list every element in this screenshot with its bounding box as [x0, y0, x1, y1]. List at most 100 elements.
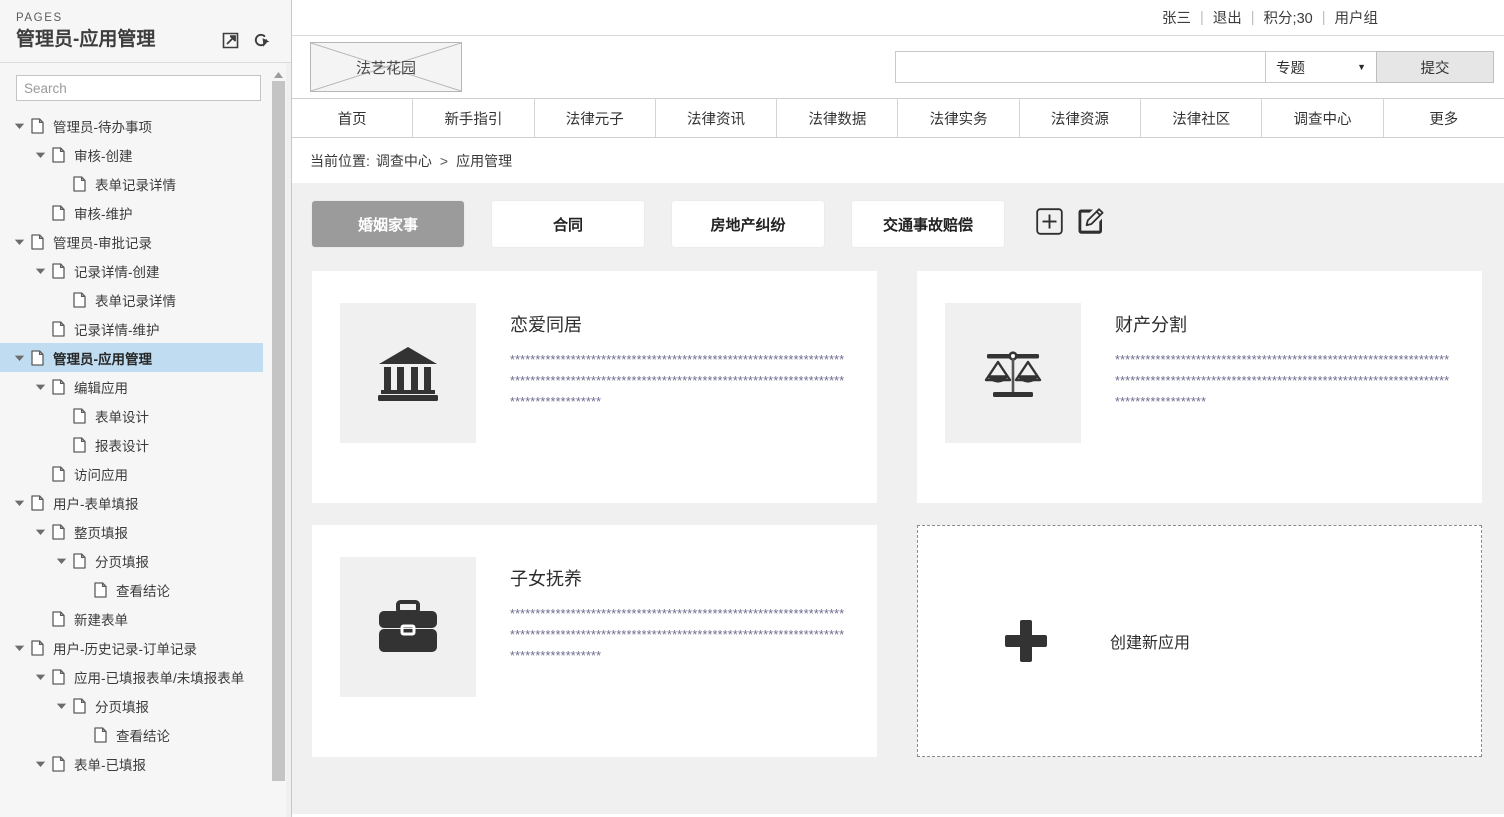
category-action-icons	[1036, 208, 1104, 240]
tree-item[interactable]: 审核-维护	[0, 198, 263, 227]
nav-item[interactable]: 法律元子	[535, 99, 656, 137]
page-file-icon	[28, 494, 47, 511]
tree-twisty-icon[interactable]	[10, 122, 28, 130]
user-group-link[interactable]: 用户组	[1335, 7, 1379, 28]
tree-item[interactable]: 分页填报	[0, 546, 263, 575]
tree-twisty-icon[interactable]	[10, 644, 28, 652]
search-field-wrapper[interactable]	[895, 51, 1265, 83]
page-file-icon	[49, 668, 68, 685]
page-file-icon	[28, 349, 47, 366]
category-tab[interactable]: 婚姻家事	[312, 201, 464, 247]
tree-item[interactable]: 访问应用	[0, 459, 263, 488]
page-file-icon	[91, 581, 110, 598]
tree-item[interactable]: 表单-已填报	[0, 749, 263, 778]
logout-link[interactable]: 退出	[1213, 7, 1242, 28]
nav-item[interactable]: 新手指引	[413, 99, 535, 137]
tree-twisty-icon[interactable]	[31, 528, 49, 536]
topbar-separator-3: |	[1321, 9, 1326, 26]
points-link[interactable]: 积分;30	[1264, 7, 1313, 28]
app-root: PAGES 管理员-应用管理 Search 管理员-待办事项 审核-创建 表单记…	[0, 0, 1504, 817]
nav-item[interactable]: 更多	[1384, 99, 1504, 137]
tree-twisty-icon[interactable]	[31, 383, 49, 391]
tree-item[interactable]: 管理员-审批记录	[0, 227, 263, 256]
tree-twisty-icon[interactable]	[31, 151, 49, 159]
tree-twisty-icon[interactable]	[52, 557, 70, 565]
breadcrumb-chevron: >	[439, 152, 449, 169]
category-tab[interactable]: 合同	[492, 201, 644, 247]
create-new-app-card[interactable]: 创建新应用	[917, 525, 1482, 757]
tree-item[interactable]: 表单记录详情	[0, 285, 263, 314]
add-category-icon[interactable]	[1036, 208, 1063, 240]
breadcrumb-current: 应用管理	[456, 152, 513, 169]
chevron-down-icon: ▼	[1357, 62, 1366, 72]
tree-item[interactable]: 记录详情-创建	[0, 256, 263, 285]
nav-item-label: 法律数据	[808, 111, 867, 128]
user-name-link[interactable]: 张三	[1162, 7, 1191, 28]
tree-twisty-icon[interactable]	[10, 499, 28, 507]
page-file-icon	[49, 610, 68, 627]
page-file-icon	[49, 523, 68, 540]
scrollbar-thumb[interactable]	[272, 81, 285, 781]
category-tab[interactable]: 房地产纠纷	[672, 201, 824, 247]
tree-item[interactable]: 查看结论	[0, 575, 263, 604]
tree-item[interactable]: 整页填报	[0, 517, 263, 546]
nav-item[interactable]: 调查中心	[1262, 99, 1384, 137]
scroll-up-arrow-icon[interactable]	[271, 69, 285, 81]
tree-item-label: 应用-已填报表单/未填报表单	[74, 670, 245, 686]
page-file-icon	[49, 755, 68, 772]
search-submit-button[interactable]: 提交	[1376, 51, 1494, 83]
app-card-thumbnail	[340, 557, 476, 697]
nav-item-label: 法律资讯	[687, 111, 746, 128]
briefcase-icon	[379, 600, 437, 652]
tree-item[interactable]: 分页填报	[0, 691, 263, 720]
app-card[interactable]: 恋爱同居 ************************************…	[312, 271, 877, 503]
tree-twisty-icon[interactable]	[31, 760, 49, 768]
nav-item[interactable]: 首页	[292, 99, 414, 137]
create-new-app-label: 创建新应用	[1110, 635, 1191, 652]
app-card-description: ****************************************…	[1115, 353, 1450, 409]
sidebar-scrollbar[interactable]	[271, 69, 285, 817]
tree-item[interactable]: 编辑应用	[0, 372, 263, 401]
tree-item[interactable]: 用户-表单填报	[0, 488, 263, 517]
search-group: 专题 ▼ 提交	[895, 51, 1504, 83]
tree-twisty-icon[interactable]	[31, 267, 49, 275]
tree-item[interactable]: 用户-历史记录-订单记录	[0, 633, 263, 662]
tree-item[interactable]: 表单设计	[0, 401, 263, 430]
tree-item[interactable]: 记录详情-维护	[0, 314, 263, 343]
pages-tree: 管理员-待办事项 审核-创建 表单记录详情 审核-维护 管理员-审批记录 记录详情-创建表…	[0, 111, 291, 778]
category-tab[interactable]: 交通事故赔偿	[852, 201, 1004, 247]
tree-twisty-icon[interactable]	[52, 702, 70, 710]
tree-twisty-icon[interactable]	[10, 354, 28, 362]
app-card[interactable]: 子女抚养 ************************************…	[312, 525, 877, 757]
search-category-select[interactable]: 专题 ▼	[1265, 51, 1377, 83]
open-in-new-icon[interactable]	[222, 32, 239, 49]
tree-twisty-icon[interactable]	[10, 238, 28, 246]
nav-item[interactable]: 法律实务	[898, 99, 1020, 137]
tree-item-label: 分页填报	[95, 699, 149, 715]
tree-item[interactable]: 查看结论	[0, 720, 263, 749]
tree-item[interactable]: 应用-已填报表单/未填报表单	[0, 662, 263, 691]
nav-item-label: 新手指引	[444, 111, 503, 128]
app-card-thumbnail	[945, 303, 1081, 443]
tree-item-label: 管理员-审批记录	[53, 235, 152, 251]
app-card[interactable]: 财产分割 ************************************…	[917, 271, 1482, 503]
tree-item[interactable]: 报表设计	[0, 430, 263, 459]
nav-item[interactable]: 法律资讯	[656, 99, 778, 137]
search-input-field[interactable]	[896, 52, 1265, 82]
edit-category-icon[interactable]	[1077, 208, 1104, 240]
nav-item[interactable]: 法律社区	[1141, 99, 1263, 137]
tree-twisty-icon[interactable]	[31, 673, 49, 681]
tree-item[interactable]: 管理员-应用管理	[0, 343, 263, 372]
app-cards-grid: 恋爱同居 ************************************…	[312, 271, 1482, 757]
tree-item[interactable]: 管理员-待办事项	[0, 111, 263, 140]
tree-item[interactable]: 审核-创建	[0, 140, 263, 169]
reload-cursor-icon[interactable]	[253, 32, 271, 49]
search-input[interactable]: Search	[16, 75, 261, 101]
tree-item[interactable]: 表单记录详情	[0, 169, 263, 198]
breadcrumb-parent[interactable]: 调查中心	[376, 151, 432, 171]
tree-item[interactable]: 新建表单	[0, 604, 263, 633]
app-card-title: 恋爱同居	[510, 315, 582, 335]
site-logo-placeholder[interactable]: 法艺花园	[310, 42, 462, 92]
nav-item[interactable]: 法律资源	[1020, 99, 1142, 137]
nav-item[interactable]: 法律数据	[777, 99, 899, 137]
